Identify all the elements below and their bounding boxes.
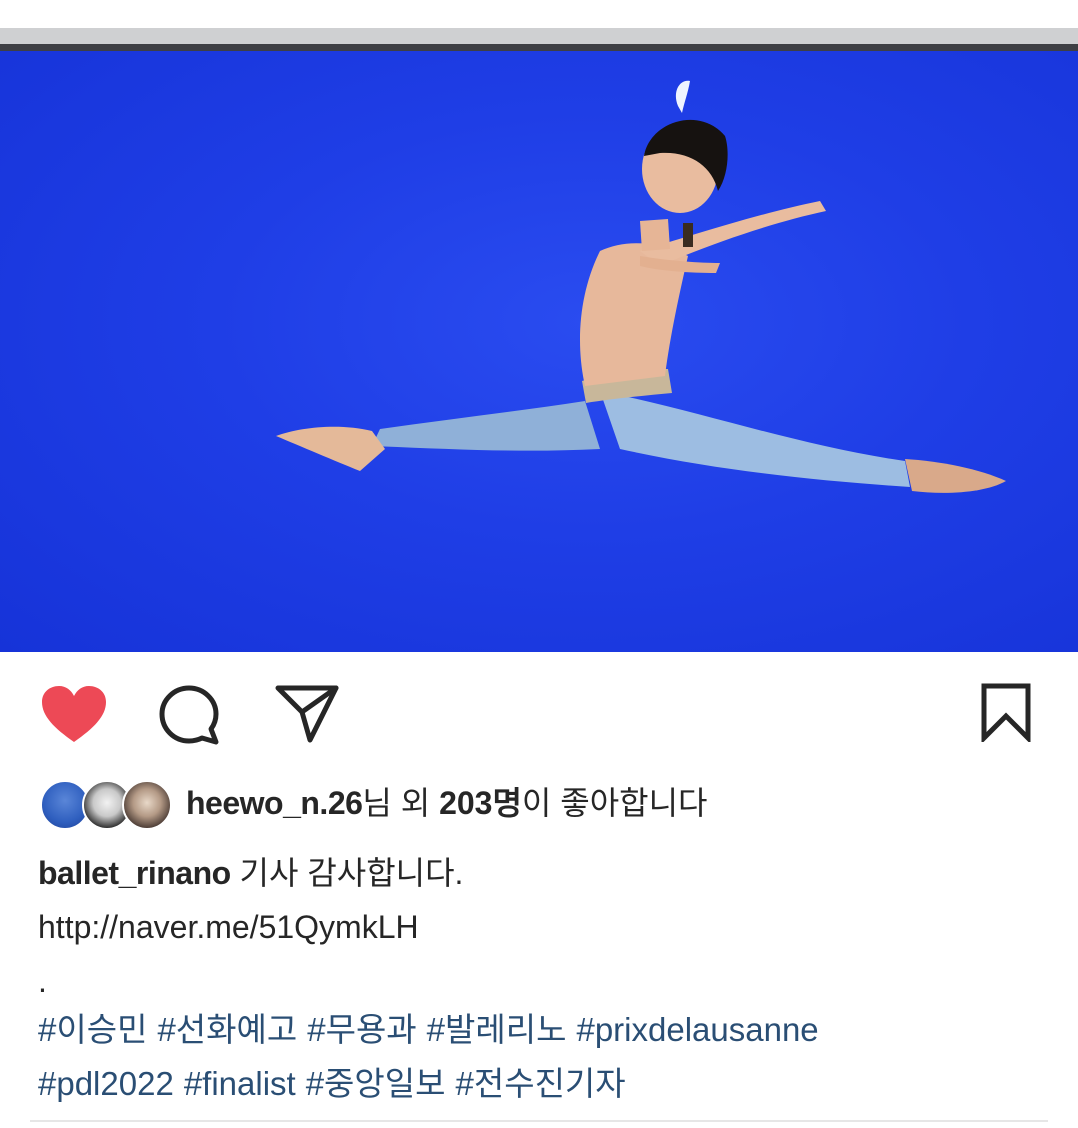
caption-separator: . [38,963,47,999]
hashtag-link[interactable]: #pdl2022 [38,1065,174,1102]
top-divider-dark [0,44,1078,51]
comment-bubble-icon[interactable] [156,684,224,748]
likes-suffix-1: 님 외 [362,785,440,821]
likes-count[interactable]: 203명 [439,785,522,821]
hashtag-list: #이승민 #선화예고 #무용과 #발레리노 #prixdelausanne #pdl20… [38,1003,1048,1111]
caption-link[interactable]: http://naver.me/51QymkLH [38,909,419,945]
post-caption: ballet_rinano 기사 감사합니다. http://naver.me/… [38,846,1038,1008]
top-divider-light [0,28,1078,44]
hashtag-link[interactable]: #무용과 [307,1011,416,1048]
caption-author[interactable]: ballet_rinano [38,855,231,891]
post-action-bar [0,660,1078,770]
ballet-dancer-illustration [276,80,1006,493]
caption-first-line: ballet_rinano 기사 감사합니다. [38,846,1038,900]
likes-summary[interactable]: heewo_n.26님 외 203명이 좋아합니다 [40,776,1040,830]
heart-filled-icon[interactable] [40,684,108,744]
bottom-divider [30,1120,1048,1122]
hashtag-link[interactable]: #이승민 [38,1011,147,1048]
paper-plane-icon[interactable] [274,682,340,746]
hashtag-link[interactable]: #중앙일보 [306,1065,446,1102]
hashtag-link[interactable]: #prixdelausanne [576,1011,818,1048]
hashtag-link[interactable]: #선화예고 [157,1011,297,1048]
avatar [122,780,172,830]
likes-text: heewo_n.26님 외 203명이 좋아합니다 [186,778,707,828]
liker-username[interactable]: heewo_n.26 [186,785,363,821]
caption-text: 기사 감사합니다. [239,855,464,891]
likes-suffix-2: 이 좋아합니다 [521,785,708,821]
bookmark-icon[interactable] [978,682,1034,745]
status-bar-area [0,0,1078,51]
hashtag-link[interactable]: #finalist [184,1065,296,1102]
hashtag-link[interactable]: #발레리노 [427,1011,567,1048]
liker-avatars [40,778,172,830]
caption-link-line: http://naver.me/51QymkLH [38,900,1038,954]
post-photo[interactable] [0,51,1078,652]
hashtag-link[interactable]: #전수진기자 [456,1065,626,1102]
